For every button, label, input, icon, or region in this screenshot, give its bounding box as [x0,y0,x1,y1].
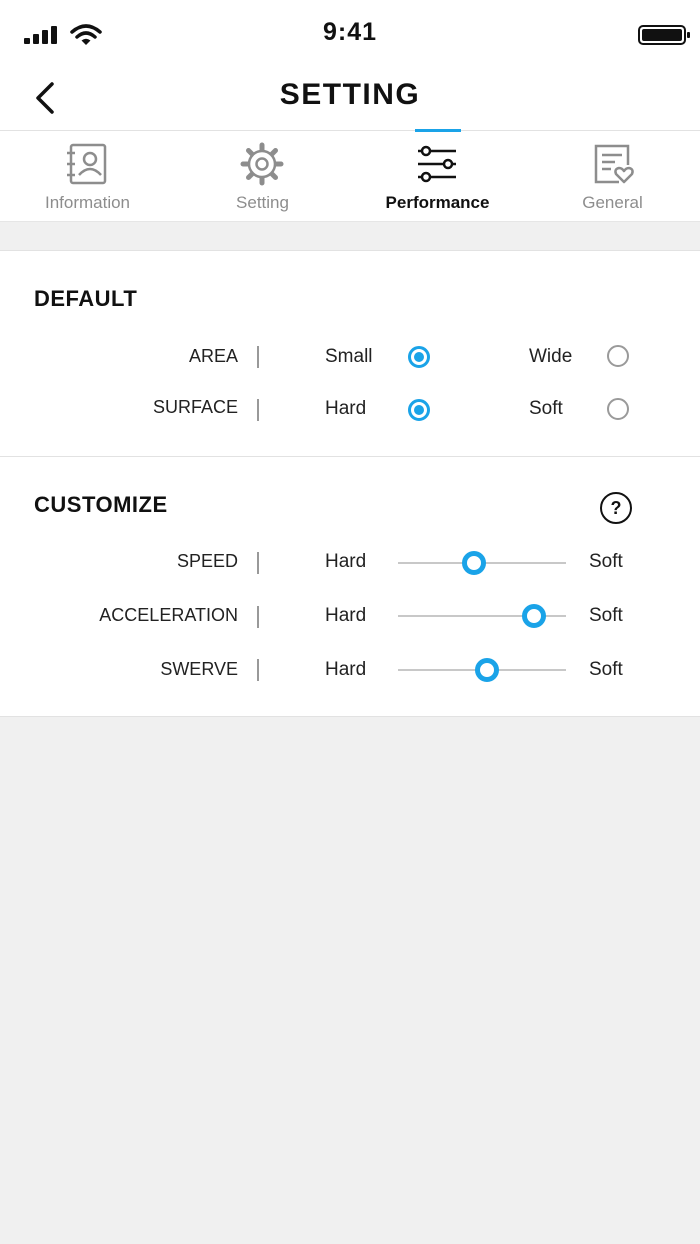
active-tab-indicator [415,129,461,132]
row-label: SURFACE [152,397,238,417]
divider [257,606,259,628]
tab-label: General [582,193,643,212]
nav-bar: SETTING [0,66,700,131]
tab-setting[interactable]: Setting [175,131,350,221]
slider-max-label: Soft [589,659,623,680]
option-label: Wide [529,346,573,367]
radio-area-small[interactable] [408,346,430,368]
slider-min-label: Hard [325,605,367,626]
tab-label: Setting [236,193,289,212]
page-title: SETTING [279,78,421,111]
radio-area-wide[interactable] [607,345,629,367]
help-icon[interactable]: ? [600,492,632,524]
sliders-icon [418,145,456,183]
slider-max-label: Soft [589,551,623,572]
option-label: Hard [325,398,367,419]
speed-slider[interactable] [398,551,566,575]
divider [257,346,259,368]
tab-performance[interactable]: Performance [350,131,525,221]
section-title: DEFAULT [34,286,138,311]
divider [257,659,259,681]
status-bar: 9:41 [0,0,700,66]
section-title: CUSTOMIZE [34,492,168,517]
row-label: SWERVE [160,659,238,679]
default-section: DEFAULT AREA Small Wide SURFACE Hard Sof… [0,250,700,457]
row-label: ACCELERATION [99,605,238,625]
tab-general[interactable]: General [525,131,700,221]
tab-bar: Information Setting Performance General [0,129,700,222]
row-label: SPEED [176,551,238,571]
slider-max-label: Soft [589,605,623,626]
tab-label: Information [44,193,131,212]
status-time: 9:41 [322,18,378,46]
tab-information[interactable]: Information [0,131,175,221]
slider-thumb[interactable] [475,658,500,682]
swerve-slider[interactable] [398,658,566,682]
gear-icon [240,142,284,186]
radio-surface-hard[interactable] [408,399,430,421]
option-label: Soft [529,398,563,419]
radio-surface-soft[interactable] [607,398,629,420]
customize-section: CUSTOMIZE ? SPEED Hard Soft ACCELERATION… [0,456,700,717]
row-label: AREA [188,346,238,366]
battery-icon [638,25,690,45]
option-label: Small [325,346,373,367]
divider [257,399,259,421]
slider-thumb[interactable] [522,604,547,628]
slider-min-label: Hard [325,659,367,680]
contact-card-icon [67,143,107,185]
document-heart-icon [594,144,634,184]
divider [257,552,259,574]
slider-min-label: Hard [325,551,367,572]
tab-label: Performance [385,193,490,212]
acceleration-slider[interactable] [398,604,566,628]
slider-thumb[interactable] [461,551,486,575]
